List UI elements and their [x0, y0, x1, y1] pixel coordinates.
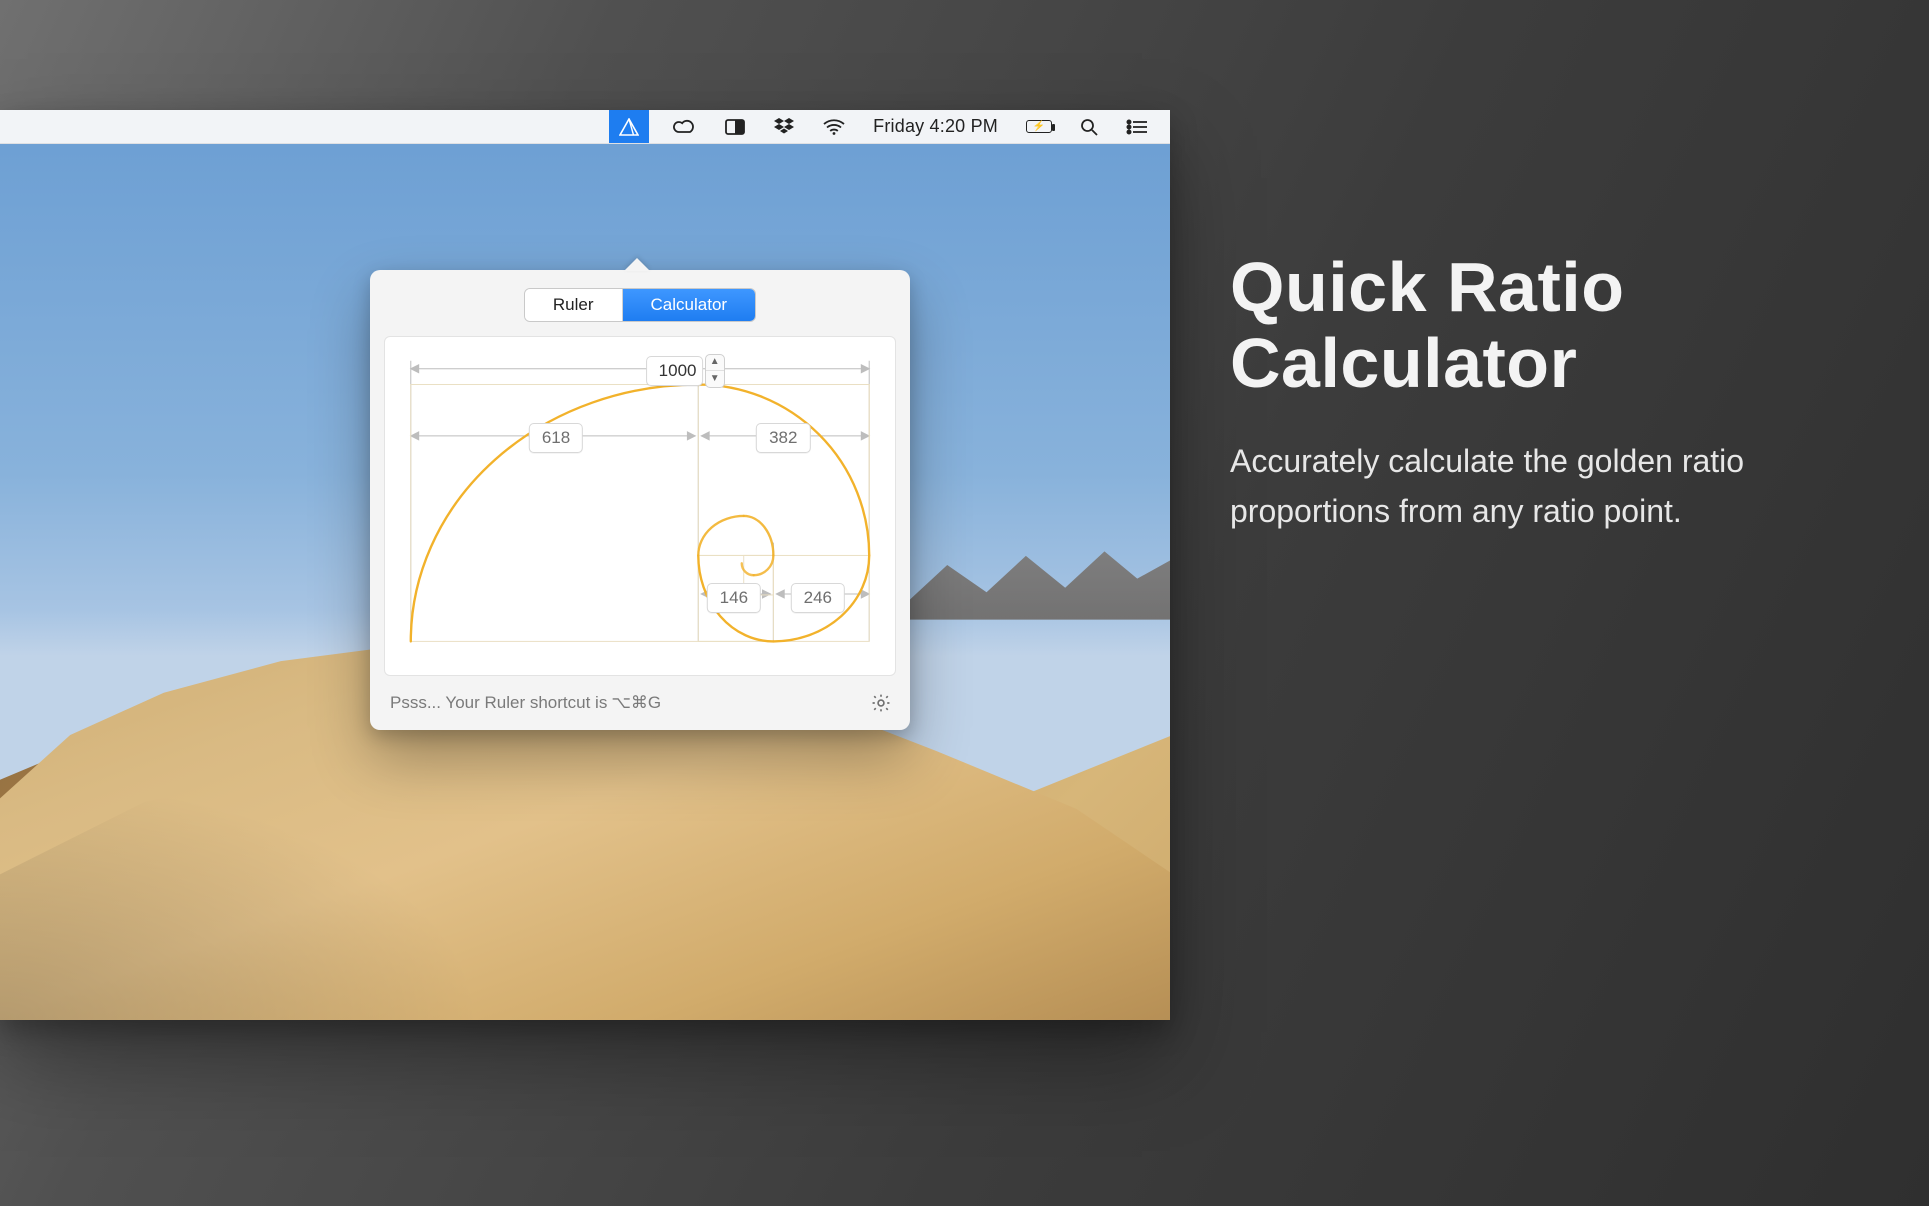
menubar-app-icon[interactable] [609, 110, 649, 143]
shortcut-hint: Psss... Your Ruler shortcut is ⌥⌘G [390, 693, 661, 713]
creative-cloud-icon[interactable] [665, 110, 703, 143]
subright-value-box[interactable]: 246 [791, 583, 845, 613]
settings-button[interactable] [870, 692, 892, 714]
total-stepper[interactable]: ▲ ▼ [705, 354, 725, 388]
right-value-box[interactable]: 382 [756, 423, 810, 453]
segmented-control: Ruler Calculator [524, 288, 756, 322]
diagram-svg [393, 345, 887, 661]
popover-footer: Psss... Your Ruler shortcut is ⌥⌘G [370, 676, 910, 730]
subleft-value-box[interactable]: 146 [707, 583, 761, 613]
spotlight-icon[interactable] [1074, 110, 1104, 143]
calculator-popover: Ruler Calculator [370, 270, 910, 730]
promo-title-line1: Quick Ratio [1230, 248, 1624, 326]
control-center-icon[interactable] [1120, 110, 1154, 143]
stepper-down[interactable]: ▼ [706, 370, 724, 387]
dropbox-icon[interactable] [767, 110, 801, 143]
total-value: 1000 [659, 361, 697, 380]
tab-ruler[interactable]: Ruler [525, 289, 622, 321]
promo-title-line2: Calculator [1230, 324, 1577, 402]
wifi-icon[interactable] [817, 110, 851, 143]
subleft-value: 146 [720, 588, 748, 607]
calculator-canvas: 1000 ▲ ▼ 618 382 146 246 [384, 336, 896, 676]
hint-prefix: Psss... Your Ruler shortcut is [390, 693, 607, 713]
menubar-clock[interactable]: Friday 4:20 PM [867, 110, 1004, 143]
promo-body: Accurately calculate the golden ratio pr… [1230, 437, 1750, 536]
tab-calculator[interactable]: Calculator [622, 289, 756, 321]
stepper-up[interactable]: ▲ [706, 355, 724, 371]
hint-shortcut: ⌥⌘G [611, 693, 661, 713]
subright-value: 246 [804, 588, 832, 607]
left-value-box[interactable]: 618 [529, 423, 583, 453]
left-value: 618 [542, 428, 570, 447]
popover-tabs: Ruler Calculator [370, 270, 910, 336]
promo-title: Quick Ratio Calculator [1230, 250, 1869, 401]
promo-copy: Quick Ratio Calculator Accurately calcul… [1230, 250, 1869, 536]
menubar: Friday 4:20 PM ⚡ [0, 110, 1170, 144]
desktop-screenshot: Friday 4:20 PM ⚡ Ruler Calculator [0, 110, 1170, 1020]
total-input[interactable]: 1000 [646, 356, 704, 386]
right-value: 382 [769, 428, 797, 447]
panel-icon[interactable] [719, 110, 751, 143]
battery-icon[interactable]: ⚡ [1020, 110, 1058, 143]
clock-text: Friday 4:20 PM [873, 116, 998, 137]
